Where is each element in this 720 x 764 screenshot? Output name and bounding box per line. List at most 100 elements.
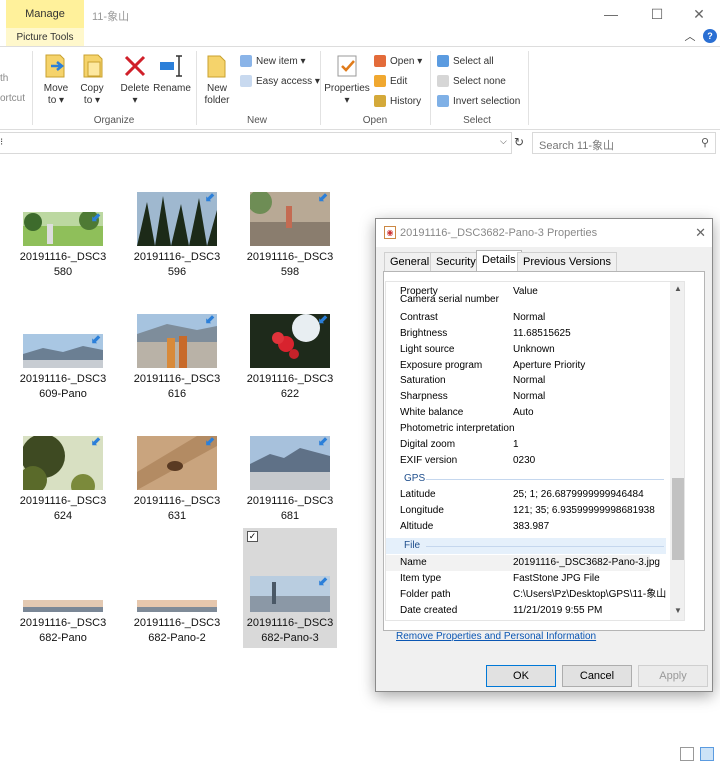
property-row[interactable]: White balance Auto xyxy=(386,405,684,421)
property-value: Normal xyxy=(513,391,546,402)
file-tile[interactable]: ⬋ 20191116-_DSC3 616 xyxy=(130,312,224,432)
scroll-thumb[interactable] xyxy=(672,478,684,560)
properties-button[interactable]: Properties ▾ xyxy=(324,51,370,107)
tab-picture-tools[interactable]: Picture Tools xyxy=(6,28,84,46)
file-tile-selected[interactable]: ✓ ⬋ 20191116-_DSC3 682-Pano-3 xyxy=(243,528,337,648)
property-key: Longitude xyxy=(400,505,444,516)
select-none-button[interactable]: Select none xyxy=(437,73,506,89)
search-icon[interactable]: ⚲ xyxy=(701,136,709,149)
property-row[interactable]: Digital zoom 1 xyxy=(386,437,684,453)
new-folder-button[interactable]: New folder xyxy=(200,51,234,107)
delete-button[interactable]: Delete ▾ xyxy=(118,51,152,107)
property-row[interactable]: Altitude 383.987 xyxy=(386,519,684,535)
file-tile[interactable]: 20191116-_DSC3 682-Pano xyxy=(16,556,110,676)
property-row[interactable]: Saturation Normal xyxy=(386,373,684,389)
property-row[interactable]: Photometric interpretation xyxy=(386,421,684,437)
property-row[interactable]: Camera serial number xyxy=(386,294,684,306)
property-row[interactable]: Contrast Normal xyxy=(386,310,684,326)
property-list[interactable]: Property Value Camera serial number Cont… xyxy=(385,281,685,621)
file-name-line1: 20191116-_DSC3 xyxy=(19,495,107,507)
partial-label-1: th xyxy=(0,73,9,84)
scroll-up-icon[interactable]: ▲ xyxy=(672,282,684,296)
file-tile[interactable]: ⬋ 20191116-_DSC3 609-Pano xyxy=(16,312,110,432)
file-tile[interactable]: ⬋ 20191116-_DSC3 580 xyxy=(16,190,110,310)
tab-details[interactable]: Details xyxy=(476,250,522,272)
new-folder-label: New folder xyxy=(204,83,230,106)
property-row[interactable]: Longitude 121; 35; 6.93599999998681938 xyxy=(386,503,684,519)
collapse-ribbon-icon[interactable]: ︿ xyxy=(682,28,698,44)
property-row[interactable]: Brightness 11.68515625 xyxy=(386,326,684,342)
file-tile[interactable]: ⬋ 20191116-_DSC3 624 xyxy=(16,434,110,554)
property-value: C:\Users\Pz\Desktop\GPS\11-象山 xyxy=(513,589,667,600)
invert-selection-icon xyxy=(437,95,449,107)
cancel-button[interactable]: Cancel xyxy=(562,665,632,687)
gps-badge-icon: ⬋ xyxy=(318,192,329,204)
property-key: Camera serial number xyxy=(400,294,499,305)
property-row[interactable]: Item type FastStone JPG File xyxy=(386,571,684,587)
refresh-icon[interactable]: ↻ xyxy=(514,135,524,149)
file-tile[interactable]: 20191116-_DSC3 682-Pano-2 xyxy=(130,556,224,676)
gps-section-label: GPS xyxy=(404,473,426,484)
property-key: Light source xyxy=(400,344,455,355)
copy-to-button[interactable]: Copy to ▾ xyxy=(76,51,108,107)
tab-manage[interactable]: Manage xyxy=(6,0,84,28)
dialog-title-bar: ◉ 20191116-_DSC3682-Pano-3 Properties ✕ xyxy=(376,219,712,247)
large-icons-view-icon[interactable] xyxy=(700,747,714,761)
file-thumbnail: ⬋ xyxy=(23,212,103,246)
rename-button[interactable]: Rename xyxy=(153,51,191,95)
property-row[interactable]: Date created 11/21/2019 9:55 PM xyxy=(386,603,684,619)
ok-button[interactable]: OK xyxy=(486,665,556,687)
file-tile[interactable]: ⬋ 20191116-_DSC3 622 xyxy=(243,312,337,432)
file-tile[interactable]: ⬋ 20191116-_DSC3 598 xyxy=(243,190,337,310)
apply-button[interactable]: Apply xyxy=(638,665,708,687)
tab-security[interactable]: Security xyxy=(430,252,482,272)
open-button[interactable]: Open ▾ xyxy=(374,53,422,69)
property-key: Contrast xyxy=(400,312,438,323)
property-row[interactable]: Exposure program Aperture Priority xyxy=(386,358,684,374)
remove-properties-link[interactable]: Remove Properties and Personal Informati… xyxy=(396,631,596,642)
gps-badge-icon: ⬋ xyxy=(91,212,102,224)
new-item-button[interactable]: New item ▾ xyxy=(240,53,305,69)
new-item-icon xyxy=(240,55,252,67)
gps-badge-icon: ⬋ xyxy=(318,436,329,448)
property-row-selected[interactable]: Name 20191116-_DSC3682-Pano-3.jpg xyxy=(386,555,660,571)
ribbon-separator xyxy=(430,51,431,125)
help-icon[interactable]: ? xyxy=(703,29,717,43)
property-row[interactable]: Latitude 25; 1; 26.6879999999946484 xyxy=(386,487,684,503)
property-value: Normal xyxy=(513,375,546,386)
ribbon-separator xyxy=(196,51,197,125)
file-tile[interactable]: ⬋ 20191116-_DSC3 596 xyxy=(130,190,224,310)
tab-general[interactable]: General xyxy=(384,252,436,272)
edit-button[interactable]: Edit xyxy=(374,73,407,89)
gps-badge-icon: ⬋ xyxy=(91,334,102,346)
search-box[interactable]: Search 11-象山 ⚲ xyxy=(532,132,716,154)
scroll-down-icon[interactable]: ▼ xyxy=(672,604,684,618)
dialog-close-icon[interactable]: ✕ xyxy=(695,225,706,241)
delete-icon xyxy=(121,51,149,81)
address-field[interactable]: ⁝ xyxy=(0,132,512,154)
easy-access-button[interactable]: Easy access ▾ xyxy=(240,73,320,89)
property-key: Exposure program xyxy=(400,360,483,371)
property-row[interactable]: Folder path C:\Users\Pz\Desktop\GPS\11-象山 xyxy=(386,587,684,603)
close-window-button[interactable]: ✕ xyxy=(684,4,714,24)
details-view-icon[interactable] xyxy=(680,747,694,761)
history-button[interactable]: History xyxy=(374,93,421,109)
property-row[interactable]: EXIF version 0230 xyxy=(386,453,684,469)
search-input[interactable]: Search 11-象山 xyxy=(539,137,614,153)
property-row[interactable]: Light source Unknown xyxy=(386,342,684,358)
property-row[interactable]: Sharpness Normal xyxy=(386,389,684,405)
file-tile[interactable]: ⬋ 20191116-_DSC3 631 xyxy=(130,434,224,554)
select-all-button[interactable]: Select all xyxy=(437,53,494,69)
property-scrollbar[interactable]: ▲ ▼ xyxy=(670,282,684,620)
maximize-button[interactable]: ☐ xyxy=(642,4,672,24)
ribbon-separator xyxy=(320,51,321,125)
file-name-line2: 622 xyxy=(280,388,300,400)
selection-checkbox[interactable]: ✓ xyxy=(247,531,258,542)
move-to-button[interactable]: Move to ▾ xyxy=(40,51,72,107)
address-dropdown-icon[interactable]: ⌵ xyxy=(500,136,507,147)
file-thumbnail xyxy=(23,600,103,612)
minimize-button[interactable]: — xyxy=(596,4,626,24)
tab-previous-versions[interactable]: Previous Versions xyxy=(517,252,618,272)
rename-label: Rename xyxy=(153,83,191,94)
invert-selection-button[interactable]: Invert selection xyxy=(437,93,520,109)
